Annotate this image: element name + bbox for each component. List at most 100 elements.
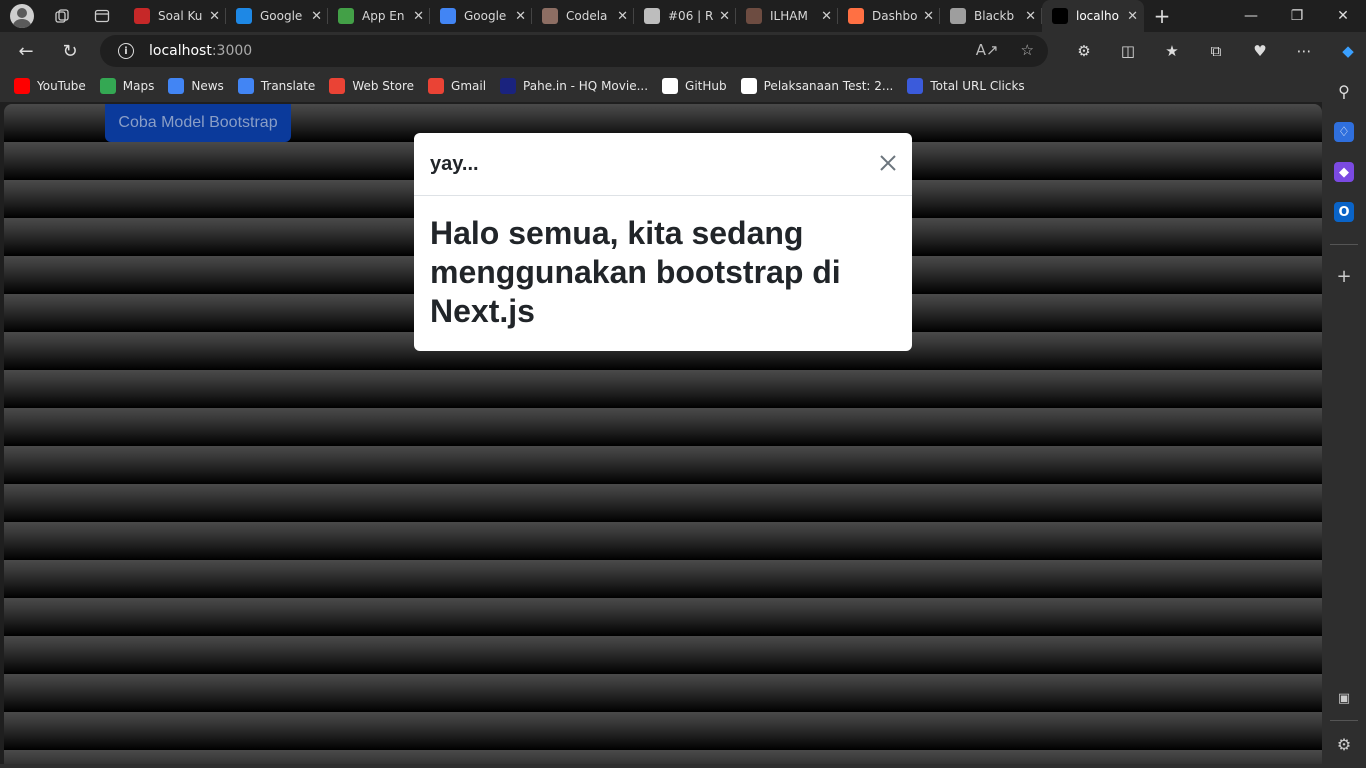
bookmark-item[interactable]: News [168,78,224,94]
browser-tab[interactable]: #06 | R ✕ [634,0,736,32]
browser-tab[interactable]: ILHAM ✕ [736,0,838,32]
close-tab-icon[interactable]: ✕ [821,9,832,24]
add-sidebar-app-icon[interactable]: + [1334,266,1354,287]
browser-tab[interactable]: Soal Ku ✕ [124,0,226,32]
bookmark-label: GitHub [685,79,727,93]
tab-title: localho [1076,9,1119,23]
bookmark-favicon-icon [428,78,445,94]
new-tab-button[interactable]: + [1144,0,1180,32]
url-text: localhost:3000 [149,43,253,59]
window-controls: — ❐ ✕ [1228,0,1366,32]
back-arrow-icon[interactable]: ← [8,35,44,67]
bookmark-favicon-icon [907,78,924,94]
modal-body-heading: Halo semua, kita sedang menggunakan boot… [430,215,841,329]
browser-tab[interactable]: Codela ✕ [532,0,634,32]
bookmark-item[interactable]: Web Store [329,78,414,94]
modal-header: yay... [414,133,912,196]
favorites-icon[interactable]: ★ [1150,35,1194,67]
close-icon[interactable] [878,153,898,173]
close-tab-icon[interactable]: ✕ [1127,9,1138,24]
search-icon[interactable]: ⚲ [1334,81,1354,101]
read-aloud-icon[interactable]: A↗ [976,41,999,59]
open-modal-button[interactable]: Coba Model Bootstrap [105,104,291,142]
close-tab-icon[interactable]: ✕ [209,9,220,24]
copilot-icon[interactable]: ◆ [1326,35,1366,67]
browser-tab[interactable]: localho ✕ [1042,0,1144,32]
bookmark-item[interactable]: Pelaksanaan Test: 2... [740,78,894,94]
bookmark-label: Total URL Clicks [930,79,1025,93]
site-info-icon[interactable]: i [118,43,134,59]
bookmark-item[interactable]: Pahe.in - HQ Movie... [500,78,648,94]
tab-actions-icon[interactable] [88,2,116,30]
bookmark-favicon-icon [329,78,346,94]
close-tab-icon[interactable]: ✕ [617,9,628,24]
browser-tab[interactable]: App En ✕ [328,0,430,32]
browser-tab[interactable]: Google ✕ [226,0,328,32]
tab-title: ILHAM [770,9,808,23]
bookmark-favicon-icon [237,78,254,94]
tab-strip: Soal Ku ✕ Google ✕ App En ✕ Google ✕ Codela ✕ #06 … [0,0,1366,32]
browser-tab[interactable]: Google ✕ [430,0,532,32]
settings-gear-icon[interactable]: ⚙ [1334,734,1354,754]
dashboard-icon [848,8,864,24]
tab-title: App En [362,9,405,23]
bookmark-favicon-icon [14,78,30,94]
performance-icon[interactable]: ♥ [1238,35,1282,67]
bookmark-label: Pelaksanaan Test: 2... [763,79,894,93]
restore-icon[interactable]: ❐ [1274,0,1320,32]
image-icon [950,8,966,24]
outlook-icon[interactable]: O [1334,202,1354,222]
bookmark-item[interactable]: Gmail [428,78,486,94]
close-window-icon[interactable]: ✕ [1320,0,1366,32]
close-tab-icon[interactable]: ✕ [413,9,424,24]
bookmark-label: Web Store [352,79,415,93]
sidebar-divider [1330,244,1358,245]
status-strip [0,764,1366,768]
nextjs-icon [1052,8,1068,24]
bookmark-favicon-icon [99,78,116,94]
extensions-icon[interactable]: ⚙ [1062,35,1106,67]
bookmark-item[interactable]: GitHub [662,78,727,94]
document-icon [644,8,660,24]
bookmark-item[interactable]: YouTube [14,78,86,94]
profile-avatar-icon[interactable] [10,4,34,28]
favorite-star-icon[interactable]: ☆ [1021,41,1034,59]
split-screen-icon[interactable]: ◫ [1106,35,1150,67]
bookmark-item[interactable]: Total URL Clicks [907,78,1025,94]
bookmark-label: Translate [260,79,316,93]
tab-title: Codela [566,9,608,23]
bookmark-label: Gmail [451,79,487,93]
bookmark-item[interactable]: Translate [237,78,316,94]
pdf-icon [134,8,150,24]
browser-tab[interactable]: Blackb ✕ [940,0,1042,32]
bootstrap-modal: yay... Halo semua, kita sedang menggunak… [414,133,912,351]
tab-title: Soal Ku [158,9,203,23]
screenshot-icon[interactable]: ▣ [1334,688,1354,708]
codelab-icon [542,8,558,24]
close-tab-icon[interactable]: ✕ [311,9,322,24]
copilot-sidebar-icon[interactable]: ◆ [1334,162,1354,182]
tabs-container: Soal Ku ✕ Google ✕ App En ✕ Google ✕ Codela ✕ #06 … [124,0,1144,32]
close-tab-icon[interactable]: ✕ [1025,9,1036,24]
toolbar-actions: ⚙ ◫ ★ ⧉ ♥ ⋯ ◆ [1062,35,1366,67]
tab-title: #06 | R [668,9,714,23]
address-bar[interactable]: i localhost:3000 A↗ ☆ [100,35,1048,67]
tab-title: Blackb [974,9,1015,23]
collections-icon[interactable]: ⧉ [1194,35,1238,67]
close-tab-icon[interactable]: ✕ [719,9,730,24]
shopping-tag-icon[interactable]: ♢ [1334,122,1354,142]
tab-title: Google [464,9,507,23]
close-tab-icon[interactable]: ✕ [515,9,526,24]
workspaces-icon[interactable] [48,2,76,30]
refresh-icon[interactable]: ↻ [52,35,88,67]
browser-tab[interactable]: Dashbo ✕ [838,0,940,32]
more-menu-icon[interactable]: ⋯ [1282,35,1326,67]
tab-title: Google [260,9,303,23]
edge-sidebar: ⚲ ♢ ◆ O + ▣ ⚙ [1322,70,1366,768]
minimize-icon[interactable]: — [1228,0,1274,32]
bookmark-label: YouTube [37,79,86,93]
bookmark-item[interactable]: Maps [99,78,154,94]
close-tab-icon[interactable]: ✕ [923,9,934,24]
sidebar-divider [1330,720,1358,721]
seal-icon [746,8,762,24]
